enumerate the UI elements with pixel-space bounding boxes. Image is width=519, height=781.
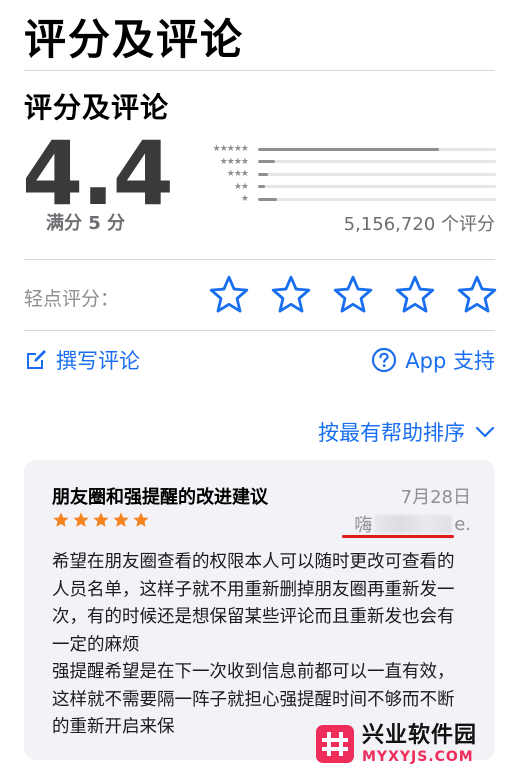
histogram-bar-track <box>258 185 496 189</box>
tap-divider <box>24 330 495 331</box>
rate-star-4-icon[interactable] <box>394 274 436 316</box>
review-card[interactable]: 朋友圈和强提醒的改进建议 7月28日 嗨 e. 希望在朋友圈查看的权限本人可以随… <box>24 460 495 760</box>
review-star-icon <box>93 512 109 527</box>
review-body: 希望在朋友圈查看的权限本人可以随时更改可查看的人员名单，这样子就不用重新删掉朋友… <box>52 549 462 742</box>
rating-count: 5,156,720 个评分 <box>343 214 495 235</box>
app-support-button[interactable]: App 支持 <box>371 345 495 375</box>
watermark-domain: MYXYJS.COM <box>362 749 474 765</box>
histogram-bar-track <box>258 197 496 201</box>
histogram-row-5-star: ★★★★★ <box>188 143 496 156</box>
rate-star-2-icon[interactable] <box>270 274 312 316</box>
review-star-rating <box>52 511 150 529</box>
review-star-icon <box>53 512 69 527</box>
ratings-section-title: 评分及评论 <box>24 91 170 124</box>
tap-to-rate-label: 轻点评分： <box>24 288 120 310</box>
rate-star-3-icon[interactable] <box>332 274 374 316</box>
histogram-row-3-star: ★★★ <box>188 168 496 181</box>
histogram-bar-fill <box>258 147 439 151</box>
review-star-icon <box>73 512 89 527</box>
histogram-row-4-star: ★★★★ <box>188 156 496 169</box>
header-divider <box>24 70 495 71</box>
review-body-paragraph: 希望在朋友圈查看的权限本人可以随时更改可查看的人员名单，这样子就不用重新删掉朋友… <box>52 552 455 655</box>
histogram-bar-fill <box>258 160 275 164</box>
review-star-icon <box>133 512 149 527</box>
sort-label: 按最有帮助排序 <box>318 421 465 445</box>
write-review-label: 撰写评论 <box>56 349 140 373</box>
histogram-star-label: ★★★★★ <box>212 144 249 155</box>
histogram-star-label: ★ <box>240 194 249 205</box>
rate-star-5-icon[interactable] <box>456 274 498 316</box>
author-blur-mask <box>374 515 453 533</box>
rate-star-1-icon[interactable] <box>208 274 250 316</box>
review-title: 朋友圈和强提醒的改进建议 <box>52 487 268 508</box>
watermark-name: 兴业软件园 <box>362 723 478 748</box>
review-author-suffix: e. <box>454 513 471 535</box>
chevron-down-icon <box>475 426 495 438</box>
rating-histogram: ★★★★★ ★★★★ ★★★ ★★ ★ <box>188 143 496 206</box>
histogram-row-2-star: ★★ <box>188 181 496 194</box>
compose-icon <box>27 350 46 369</box>
tap-to-rate-stars <box>208 274 498 316</box>
out-of-label: 满分 5 分 <box>46 213 126 234</box>
histogram-bar-track <box>258 160 496 164</box>
author-underline-mark <box>342 535 454 538</box>
ratings-divider <box>24 259 495 260</box>
histogram-row-1-star: ★ <box>188 193 496 206</box>
histogram-bar-fill <box>258 197 278 201</box>
histogram-star-label: ★★ <box>233 181 249 192</box>
site-watermark: 兴业软件园 MYXYJS.COM <box>316 716 519 772</box>
review-star-icon <box>113 512 129 527</box>
question-circle-icon <box>372 347 397 373</box>
page-title: 评分及评论 <box>24 15 245 64</box>
app-support-label: App 支持 <box>405 349 495 373</box>
sort-button[interactable]: 按最有帮助排序 <box>318 417 495 447</box>
histogram-star-label: ★★★ <box>226 169 249 180</box>
histogram-star-label: ★★★★ <box>219 156 249 167</box>
review-date: 7月28日 <box>400 487 471 508</box>
review-author-prefix: 嗨 <box>354 515 373 536</box>
histogram-bar-fill <box>258 185 266 189</box>
review-author: 嗨 e. <box>354 511 471 537</box>
histogram-bar-fill <box>258 172 268 176</box>
histogram-bar-track <box>258 147 496 151</box>
histogram-bar-track <box>258 172 496 176</box>
write-review-button[interactable]: 撰写评论 <box>24 345 140 375</box>
watermark-logo-icon <box>316 725 354 763</box>
